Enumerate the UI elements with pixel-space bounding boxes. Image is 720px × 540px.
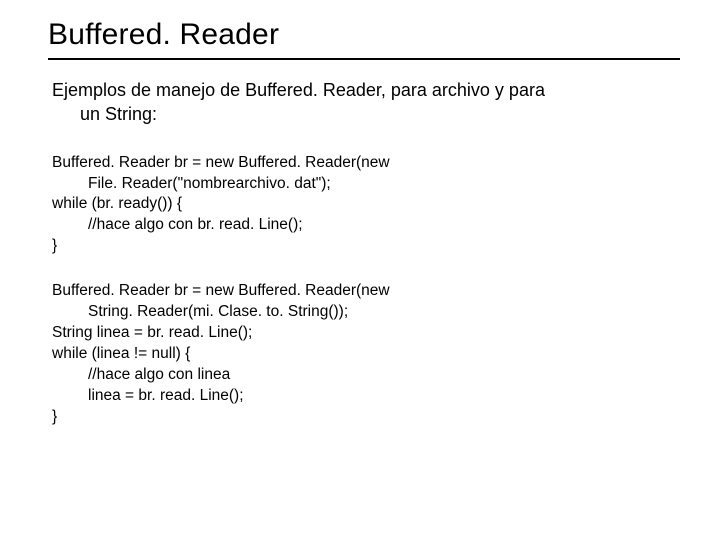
code-line: while (linea != null) { — [52, 344, 680, 365]
code-line: //hace algo con br. read. Line(); — [52, 215, 680, 236]
code-line: //hace algo con linea — [52, 365, 680, 386]
code-line: } — [52, 407, 680, 428]
code-line: } — [52, 236, 680, 257]
subtitle-line-1: Ejemplos de manejo de Buffered. Reader, … — [52, 80, 545, 100]
code-line: String linea = br. read. Line(); — [52, 323, 680, 344]
code-line: Buffered. Reader br = new Buffered. Read… — [52, 281, 680, 302]
slide-subtitle: Ejemplos de manejo de Buffered. Reader, … — [48, 78, 680, 127]
code-line: String. Reader(mi. Clase. to. String()); — [52, 302, 680, 323]
slide: Buffered. Reader Ejemplos de manejo de B… — [0, 0, 720, 540]
code-line: File. Reader("nombrearchivo. dat"); — [52, 174, 680, 195]
code-line: Buffered. Reader br = new Buffered. Read… — [52, 153, 680, 174]
code-line: linea = br. read. Line(); — [52, 386, 680, 407]
code-line: while (br. ready()) { — [52, 194, 680, 215]
code-block-1: Buffered. Reader br = new Buffered. Read… — [48, 153, 680, 258]
subtitle-line-2: un String: — [52, 102, 680, 126]
slide-title: Buffered. Reader — [48, 18, 680, 60]
code-block-2: Buffered. Reader br = new Buffered. Read… — [48, 281, 680, 427]
